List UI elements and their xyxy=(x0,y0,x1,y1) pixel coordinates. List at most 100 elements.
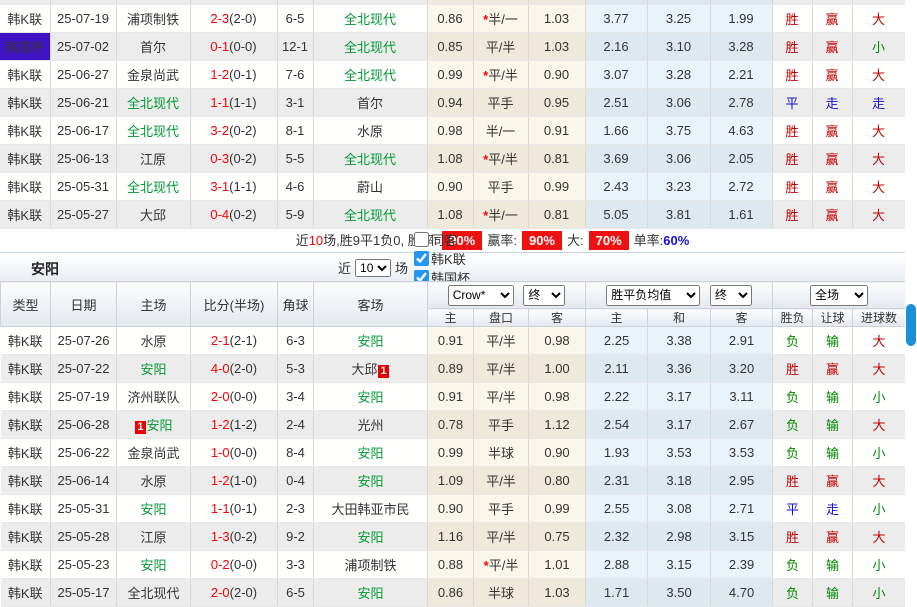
scrollbar-thumb[interactable] xyxy=(906,304,916,346)
cell-result-wdl: 胜 xyxy=(772,5,812,33)
cell-handicap: 平手 xyxy=(473,173,528,201)
cell-result-handicap: 赢 xyxy=(813,467,853,495)
match-row: 韩K联 25-06-28 1安阳 1-2(1-2) 2-4 光州 0.78 平手… xyxy=(1,411,906,439)
filter-checkbox[interactable] xyxy=(414,232,429,247)
cell-score: 1-1(1-1) xyxy=(190,89,277,117)
cell-avg-home: 2.43 xyxy=(585,173,647,201)
cell-handicap: 平手 xyxy=(474,411,529,439)
cell-avg-draw: 2.98 xyxy=(648,523,711,551)
cell-avg-away: 3.20 xyxy=(711,355,773,383)
match-row: 韩K联 25-07-22 安阳 4-0(2-0) 5-3 大邱1 0.89 平/… xyxy=(1,355,906,383)
match-row: 韩K联 25-06-14 水原 1-2(1-0) 0-4 安阳 1.09 平/半… xyxy=(1,467,906,495)
cell-away-odds: 0.91 xyxy=(528,117,585,145)
team-name: 水原 xyxy=(140,474,166,489)
cell-avg-draw: 3.53 xyxy=(648,439,711,467)
cell-date: 25-07-22 xyxy=(51,355,117,383)
cell-handicap: 平手 xyxy=(473,89,528,117)
cell-result-goals: 大 xyxy=(852,145,905,173)
team-name: 全北现代 xyxy=(344,152,396,167)
cell-date: 25-05-31 xyxy=(50,173,116,201)
team-name: 水原 xyxy=(357,124,383,139)
cell-avg-away: 2.21 xyxy=(710,61,772,89)
cell-away-odds: 0.98 xyxy=(529,383,586,411)
cell-away-odds: 1.01 xyxy=(529,551,586,579)
team-name: 浦项制铁 xyxy=(127,12,179,27)
subcol-goals: 进球数 xyxy=(853,309,906,327)
average-odds-select[interactable]: 胜平负均值 xyxy=(606,285,700,306)
cell-date: 25-07-26 xyxy=(51,327,117,355)
cell-result-handicap: 赢 xyxy=(812,117,852,145)
cell-handicap: *半/一 xyxy=(473,201,528,229)
cell-corners: 0-4 xyxy=(278,467,314,495)
bookmaker-final-select[interactable]: 终 xyxy=(523,285,565,306)
cell-result-handicap: 赢 xyxy=(812,201,852,229)
cell-result-wdl: 胜 xyxy=(773,467,813,495)
cell-result-goals: 大 xyxy=(853,411,906,439)
cell-league: 韩K联 xyxy=(0,5,50,33)
cell-home-team: 江原 xyxy=(116,145,190,173)
cell-league: 韩K联 xyxy=(0,145,50,173)
cell-corners: 3-1 xyxy=(277,89,313,117)
cell-avg-away: 2.71 xyxy=(711,495,773,523)
cell-home-team: 全北现代 xyxy=(117,579,191,607)
cell-avg-away: 2.72 xyxy=(710,173,772,201)
cell-home-odds: 1.08 xyxy=(427,201,473,229)
cell-away-team: 安阳 xyxy=(314,467,428,495)
summary-pct-badge: 70% xyxy=(589,231,629,250)
match-row: 韩K联 25-05-17 全北现代 2-0(2-0) 6-5 安阳 0.86 半… xyxy=(1,579,906,607)
team-name: 浦项制铁 xyxy=(344,558,396,573)
scope-select[interactable]: 全场 xyxy=(810,285,868,306)
cell-score: 1-3(0-2) xyxy=(191,523,278,551)
cell-home-odds: 0.99 xyxy=(427,61,473,89)
cell-result-wdl: 平 xyxy=(772,89,812,117)
cell-result-handicap: 赢 xyxy=(812,5,852,33)
cell-result-goals: 大 xyxy=(853,523,906,551)
filter-checkbox[interactable] xyxy=(414,251,429,266)
cell-away-team: 首尔 xyxy=(313,89,427,117)
team-name: 安阳 xyxy=(357,586,383,601)
match-count-select[interactable]: 10 xyxy=(355,259,391,277)
cell-home-team: 全北现代 xyxy=(116,89,190,117)
team-name: 大田韩亚市民 xyxy=(331,502,409,517)
cell-result-handicap: 输 xyxy=(813,439,853,467)
match-row: 韩K联 25-06-17 全北现代 3-2(0-2) 8-1 水原 0.98 半… xyxy=(0,117,905,145)
cell-score: 4-0(2-0) xyxy=(191,355,278,383)
cell-result-wdl: 胜 xyxy=(772,117,812,145)
cell-date: 25-06-13 xyxy=(50,145,116,173)
cell-home-odds: 0.85 xyxy=(427,33,473,61)
cell-avg-home: 2.22 xyxy=(586,383,648,411)
cell-home-team: 水原 xyxy=(117,467,191,495)
cell-home-team: 济州联队 xyxy=(117,383,191,411)
cell-away-odds: 1.03 xyxy=(528,33,585,61)
cell-league: 韩K联 xyxy=(0,89,50,117)
average-final-select[interactable]: 终 xyxy=(710,285,752,306)
cell-result-handicap: 赢 xyxy=(812,173,852,201)
cell-league: 韩K联 xyxy=(1,327,51,355)
cell-away-odds: 0.80 xyxy=(529,467,586,495)
cell-result-wdl: 负 xyxy=(773,411,813,439)
cell-avg-away: 2.39 xyxy=(711,551,773,579)
col-date: 日期 xyxy=(51,282,117,327)
games-label: 场 xyxy=(395,258,408,277)
cell-corners: 5-3 xyxy=(278,355,314,383)
cell-avg-home: 3.77 xyxy=(585,5,647,33)
cell-league: 韩K联 xyxy=(1,439,51,467)
cell-result-wdl: 胜 xyxy=(772,201,812,229)
cell-result-goals: 小 xyxy=(853,383,906,411)
bookmaker-select[interactable]: Crow* xyxy=(448,285,514,306)
cell-result-goals: 大 xyxy=(852,117,905,145)
cell-away-team: 安阳 xyxy=(314,439,428,467)
section-header-anyang: 安阳 近 10 场 同客韩K联韩国杯韩K2联 xyxy=(0,252,905,281)
cell-home-team: 1安阳 xyxy=(117,411,191,439)
cell-away-team: 全北现代 xyxy=(313,145,427,173)
cell-date: 25-07-19 xyxy=(50,5,116,33)
summary-text: 近 xyxy=(296,233,309,248)
cell-away-odds: 1.03 xyxy=(529,579,586,607)
cell-score: 0-4(0-2) xyxy=(190,201,277,229)
cell-result-goals: 小 xyxy=(852,33,905,61)
cell-avg-draw: 3.08 xyxy=(648,495,711,523)
cell-result-handicap: 赢 xyxy=(812,145,852,173)
cell-score: 2-3(2-0) xyxy=(190,5,277,33)
cell-away-team: 大邱1 xyxy=(314,355,428,383)
cell-home-team: 全北现代 xyxy=(116,117,190,145)
